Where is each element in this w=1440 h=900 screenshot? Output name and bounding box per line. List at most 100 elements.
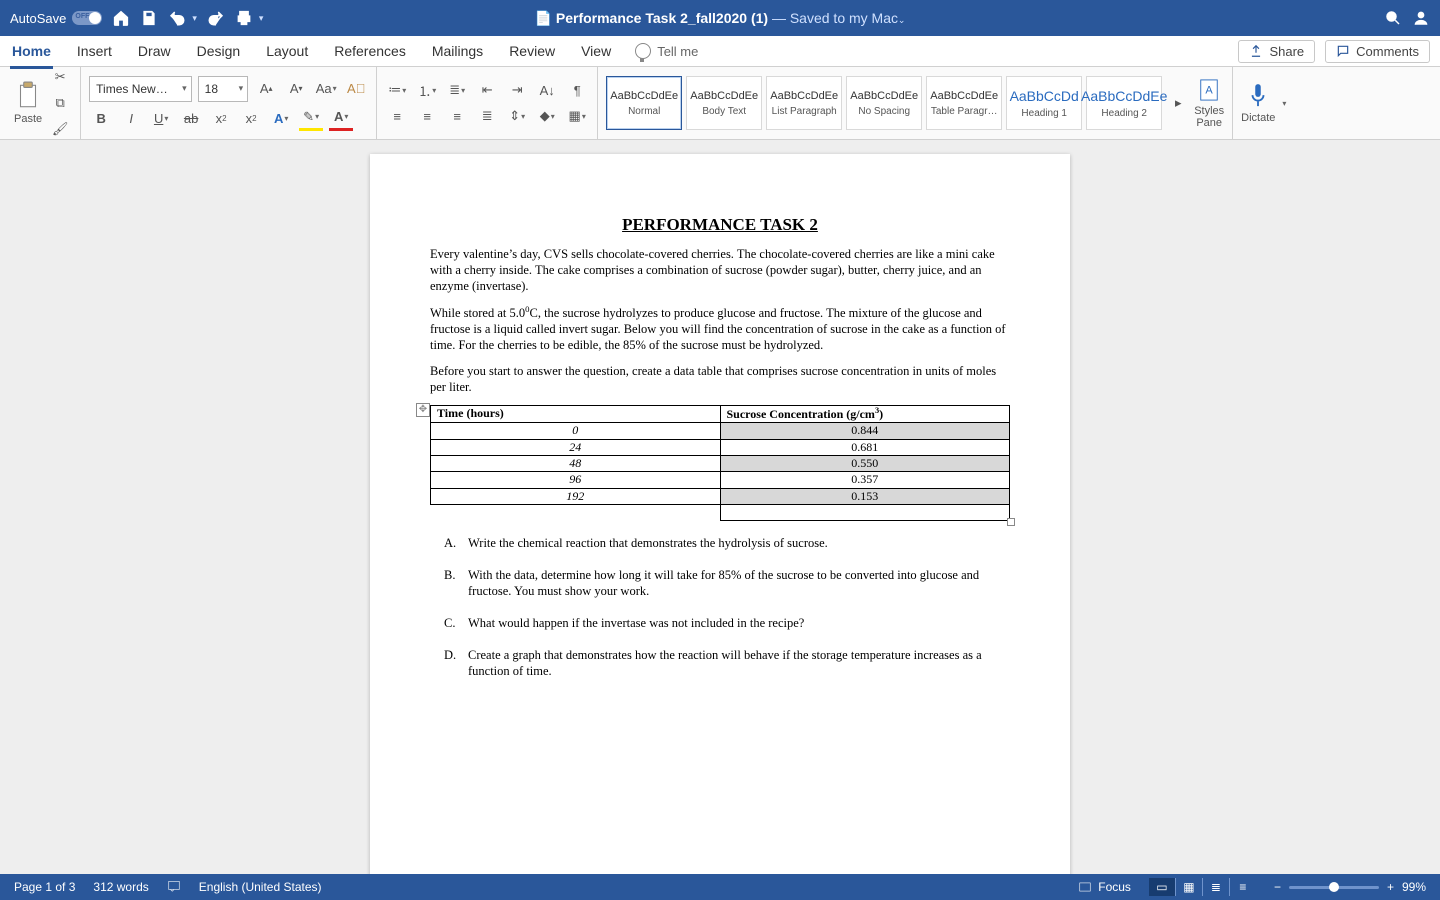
spellcheck-icon[interactable] bbox=[167, 879, 181, 896]
underline-icon[interactable]: U▾ bbox=[149, 107, 173, 129]
multilevel-list-icon[interactable]: ≣▾ bbox=[445, 79, 469, 101]
qat-customize-icon[interactable]: ▾ bbox=[259, 13, 264, 24]
search-icon[interactable] bbox=[1384, 9, 1402, 27]
align-right-icon[interactable]: ≡ bbox=[445, 105, 469, 127]
align-center-icon[interactable]: ≡ bbox=[415, 105, 439, 127]
font-size-combo[interactable]: 18 ▾ bbox=[198, 76, 249, 102]
question-text: What would happen if the invertase was n… bbox=[468, 615, 804, 631]
tab-home[interactable]: Home bbox=[10, 39, 53, 63]
text-effects-icon[interactable]: A▾ bbox=[269, 107, 293, 129]
show-marks-icon[interactable]: ¶ bbox=[565, 79, 589, 101]
share-label: Share bbox=[1269, 44, 1304, 59]
styles-pane-button[interactable]: A Styles Pane bbox=[1194, 77, 1224, 129]
zoom-in-icon[interactable]: + bbox=[1387, 880, 1394, 894]
undo-icon[interactable] bbox=[168, 9, 186, 27]
highlight-icon[interactable]: ✎▾ bbox=[299, 106, 323, 131]
italic-icon[interactable]: I bbox=[119, 107, 143, 129]
justify-icon[interactable]: ≣ bbox=[475, 105, 499, 127]
data-table[interactable]: Time (hours) Sucrose Concentration (g/cm… bbox=[430, 405, 1010, 522]
borders-icon[interactable]: ▦▾ bbox=[565, 105, 589, 127]
status-language[interactable]: English (United States) bbox=[199, 880, 322, 894]
tab-mailings[interactable]: Mailings bbox=[430, 39, 485, 63]
tab-layout[interactable]: Layout bbox=[264, 39, 310, 63]
chevron-down-icon[interactable]: ⌄ bbox=[898, 15, 906, 25]
style-heading-1[interactable]: AaBbCcDdHeading 1 bbox=[1006, 76, 1082, 130]
change-case-icon[interactable]: Aa▾ bbox=[314, 78, 338, 100]
style-heading-2[interactable]: AaBbCcDdEeHeading 2 bbox=[1086, 76, 1162, 130]
strikethrough-icon[interactable]: ab bbox=[179, 107, 203, 129]
styles-more-icon[interactable]: ▸ bbox=[1166, 92, 1190, 114]
line-spacing-icon[interactable]: ⇕▾ bbox=[505, 105, 529, 127]
tab-review[interactable]: Review bbox=[507, 39, 557, 63]
superscript-icon[interactable]: x2 bbox=[239, 107, 263, 129]
font-name-combo[interactable]: Times New… ▾ bbox=[89, 76, 192, 102]
outline-view-icon[interactable]: ≣ bbox=[1202, 878, 1229, 896]
decrease-indent-icon[interactable]: ⇤ bbox=[475, 79, 499, 101]
print-icon[interactable] bbox=[235, 9, 253, 27]
cell-time: 0 bbox=[431, 423, 721, 439]
user-icon[interactable] bbox=[1412, 9, 1430, 27]
style-table-paragr-[interactable]: AaBbCcDdEeTable Paragr… bbox=[926, 76, 1002, 130]
table-move-handle-icon[interactable]: ✥ bbox=[416, 403, 430, 417]
style-sample: AaBbCcDdEe bbox=[610, 90, 678, 102]
increase-indent-icon[interactable]: ⇥ bbox=[505, 79, 529, 101]
table-row[interactable]: 1920.153 bbox=[431, 488, 1010, 504]
decrease-font-icon[interactable]: A▾ bbox=[284, 78, 308, 100]
save-icon[interactable] bbox=[140, 9, 158, 27]
table-row[interactable]: 240.681 bbox=[431, 439, 1010, 455]
chevron-down-icon[interactable]: ▾ bbox=[192, 13, 197, 24]
status-words[interactable]: 312 words bbox=[93, 880, 148, 894]
share-button[interactable]: Share bbox=[1238, 40, 1315, 63]
bullets-icon[interactable]: ≔▾ bbox=[385, 79, 409, 101]
tab-view[interactable]: View bbox=[579, 39, 613, 63]
tell-me-search[interactable]: Tell me bbox=[635, 43, 698, 59]
increase-font-icon[interactable]: A▴ bbox=[254, 78, 278, 100]
comments-button[interactable]: Comments bbox=[1325, 40, 1430, 63]
style-no-spacing[interactable]: AaBbCcDdEeNo Spacing bbox=[846, 76, 922, 130]
document-body[interactable]: PERFORMANCE TASK 2 Every valentine’s day… bbox=[430, 214, 1010, 679]
home-icon[interactable] bbox=[112, 9, 130, 27]
zoom-slider[interactable] bbox=[1289, 886, 1379, 889]
table-row[interactable]: 480.550 bbox=[431, 455, 1010, 471]
status-page[interactable]: Page 1 of 3 bbox=[14, 880, 75, 894]
chevron-down-icon[interactable]: ▾ bbox=[1282, 99, 1286, 108]
font-color-icon[interactable]: A▾ bbox=[329, 106, 353, 131]
style-body-text[interactable]: AaBbCcDdEeBody Text bbox=[686, 76, 762, 130]
tab-insert[interactable]: Insert bbox=[75, 39, 114, 63]
doc-para-2: While stored at 5.00C, the sucrose hydro… bbox=[430, 304, 1010, 353]
copy-icon[interactable]: ⧉ bbox=[48, 92, 72, 114]
paste-button[interactable]: Paste bbox=[14, 81, 42, 125]
zoom-out-icon[interactable]: − bbox=[1274, 880, 1281, 894]
autosave-label: AutoSave bbox=[10, 11, 66, 26]
format-painter-icon[interactable]: 🖌 bbox=[48, 118, 72, 140]
sort-icon[interactable]: A↓ bbox=[535, 79, 559, 101]
subscript-icon[interactable]: x2 bbox=[209, 107, 233, 129]
question-text: With the data, determine how long it wil… bbox=[468, 567, 1010, 599]
table-row[interactable]: 00.844 bbox=[431, 423, 1010, 439]
clear-format-icon[interactable]: A⃠ bbox=[344, 78, 368, 100]
cut-icon[interactable]: ✂ bbox=[48, 66, 72, 88]
style-name: No Spacing bbox=[858, 106, 910, 117]
shading-icon[interactable]: ◆▾ bbox=[535, 105, 559, 127]
focus-mode-button[interactable]: Focus bbox=[1078, 880, 1131, 894]
comments-label: Comments bbox=[1356, 44, 1419, 59]
numbering-icon[interactable]: ⒈▾ bbox=[415, 79, 439, 101]
tab-references[interactable]: References bbox=[332, 39, 408, 63]
table-resize-handle-icon[interactable] bbox=[1007, 518, 1015, 526]
dictate-button[interactable]: Dictate bbox=[1241, 82, 1275, 124]
bold-icon[interactable]: B bbox=[89, 107, 113, 129]
tab-draw[interactable]: Draw bbox=[136, 39, 173, 63]
redo-icon[interactable] bbox=[207, 9, 225, 27]
align-left-icon[interactable]: ≡ bbox=[385, 105, 409, 127]
style-list-paragraph[interactable]: AaBbCcDdEeList Paragraph bbox=[766, 76, 842, 130]
document-canvas[interactable]: PERFORMANCE TASK 2 Every valentine’s day… bbox=[0, 140, 1440, 874]
style-normal[interactable]: AaBbCcDdEeNormal bbox=[606, 76, 682, 130]
tab-design[interactable]: Design bbox=[195, 39, 243, 63]
cell-conc: 0.357 bbox=[720, 472, 1010, 488]
print-layout-view-icon[interactable]: ▭ bbox=[1149, 878, 1175, 896]
table-row[interactable]: 960.357 bbox=[431, 472, 1010, 488]
web-layout-view-icon[interactable]: ▦ bbox=[1175, 878, 1202, 896]
autosave-toggle[interactable]: AutoSave OFF bbox=[10, 11, 102, 26]
zoom-value[interactable]: 99% bbox=[1402, 880, 1426, 894]
draft-view-icon[interactable]: ≡ bbox=[1229, 878, 1256, 896]
